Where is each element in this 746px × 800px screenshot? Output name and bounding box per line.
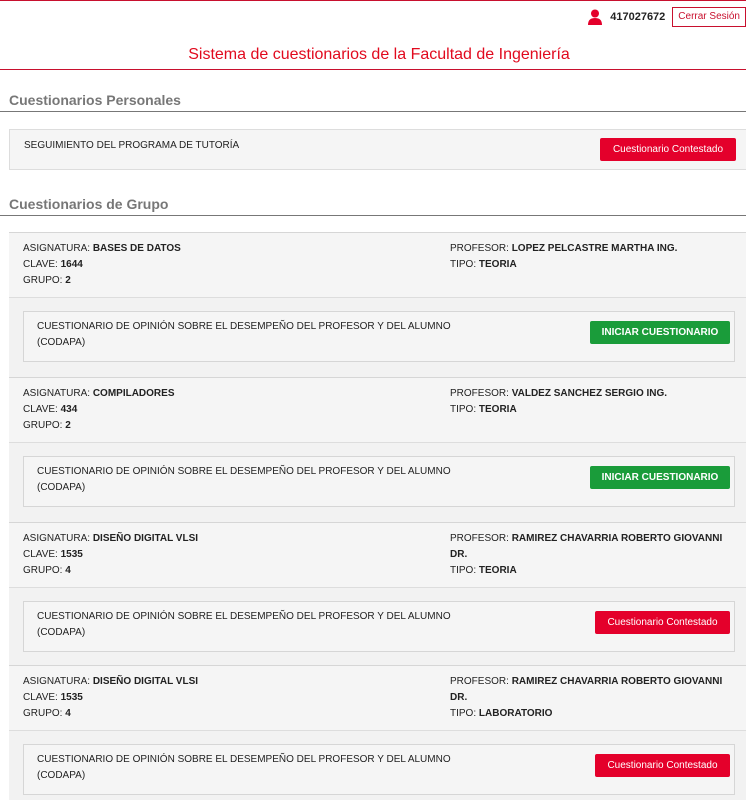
course-asignatura: ASIGNATURA: COMPILADORES [23, 388, 175, 399]
course-profesor: PROFESOR: RAMIREZ CHAVARRIA ROBERTO GIOV… [450, 676, 723, 703]
questionnaire-name: CUESTIONARIO DE OPINIÓN SOBRE EL DESEMPE… [37, 611, 451, 638]
course-grupo: GRUPO: 4 [23, 708, 71, 719]
user-icon [588, 9, 603, 25]
course-clave: CLAVE: 1644 [23, 259, 83, 270]
completed-button[interactable]: Cuestionario Contestado [595, 611, 730, 634]
user-bar: 417027672 Cerrar Sesión [588, 7, 746, 27]
course-tipo: TIPO: TEORIA [450, 565, 517, 576]
course-info: ASIGNATURA: DISEÑO DIGITAL VLSI CLAVE: 1… [9, 523, 746, 588]
course-grupo: GRUPO: 4 [23, 565, 71, 576]
user-id: 417027672 [610, 11, 666, 23]
personal-questionnaire-name: SEGUIMIENTO DEL PROGRAMA DE TUTORÍA [24, 140, 240, 151]
course-tipo: TIPO: TEORIA [450, 404, 517, 415]
course-profesor: PROFESOR: RAMIREZ CHAVARRIA ROBERTO GIOV… [450, 533, 723, 560]
course-grupo: GRUPO: 2 [23, 275, 71, 286]
course-grupo: GRUPO: 2 [23, 420, 71, 431]
course-info: ASIGNATURA: COMPILADORES CLAVE: 434 GRUP… [9, 378, 746, 443]
personal-divider [0, 111, 746, 112]
course-profesor: PROFESOR: LOPEZ PELCASTRE MARTHA ING. [450, 243, 678, 254]
course-card: ASIGNATURA: BASES DE DATOS CLAVE: 1644 G… [9, 232, 746, 377]
course-card: ASIGNATURA: DISEÑO DIGITAL VLSI CLAVE: 1… [9, 522, 746, 665]
personal-heading: Cuestionarios Personales [9, 92, 181, 108]
course-profesor: PROFESOR: VALDEZ SANCHEZ SERGIO ING. [450, 388, 668, 399]
course-asignatura: ASIGNATURA: BASES DE DATOS [23, 243, 181, 254]
group-heading: Cuestionarios de Grupo [9, 196, 169, 212]
course-clave: CLAVE: 1535 [23, 549, 83, 560]
questionnaire-name: CUESTIONARIO DE OPINIÓN SOBRE EL DESEMPE… [37, 466, 451, 493]
course-info: ASIGNATURA: BASES DE DATOS CLAVE: 1644 G… [9, 233, 746, 298]
course-clave: CLAVE: 434 [23, 404, 78, 415]
top-border [0, 0, 746, 1]
questionnaire-name: CUESTIONARIO DE OPINIÓN SOBRE EL DESEMPE… [37, 321, 451, 348]
title-divider [0, 69, 746, 70]
course-info: ASIGNATURA: DISEÑO DIGITAL VLSI CLAVE: 1… [9, 666, 746, 731]
questionnaire-name: CUESTIONARIO DE OPINIÓN SOBRE EL DESEMPE… [37, 754, 451, 781]
questionnaire-item: CUESTIONARIO DE OPINIÓN SOBRE EL DESEMPE… [23, 744, 735, 795]
completed-button[interactable]: Cuestionario Contestado [595, 754, 730, 777]
course-card: ASIGNATURA: COMPILADORES CLAVE: 434 GRUP… [9, 377, 746, 522]
course-asignatura: ASIGNATURA: DISEÑO DIGITAL VLSI [23, 533, 199, 544]
questionnaire-item: CUESTIONARIO DE OPINIÓN SOBRE EL DESEMPE… [23, 311, 735, 362]
course-clave: CLAVE: 1535 [23, 692, 83, 703]
course-tipo: TIPO: LABORATORIO [450, 708, 553, 719]
group-divider [0, 215, 746, 216]
logout-button[interactable]: Cerrar Sesión [672, 7, 746, 27]
start-questionnaire-button[interactable]: INICIAR CUESTIONARIO [590, 321, 730, 344]
questionnaire-item: CUESTIONARIO DE OPINIÓN SOBRE EL DESEMPE… [23, 456, 735, 507]
questionnaire-item: CUESTIONARIO DE OPINIÓN SOBRE EL DESEMPE… [23, 601, 735, 652]
course-tipo: TIPO: TEORIA [450, 259, 517, 270]
course-card: ASIGNATURA: DISEÑO DIGITAL VLSI CLAVE: 1… [9, 665, 746, 800]
page-title: Sistema de cuestionarios de la Facultad … [188, 46, 570, 63]
completed-button[interactable]: Cuestionario Contestado [600, 138, 736, 161]
personal-questionnaire-item: SEGUIMIENTO DEL PROGRAMA DE TUTORÍA Cues… [9, 129, 746, 170]
course-asignatura: ASIGNATURA: DISEÑO DIGITAL VLSI [23, 676, 199, 687]
start-questionnaire-button[interactable]: INICIAR CUESTIONARIO [590, 466, 730, 489]
